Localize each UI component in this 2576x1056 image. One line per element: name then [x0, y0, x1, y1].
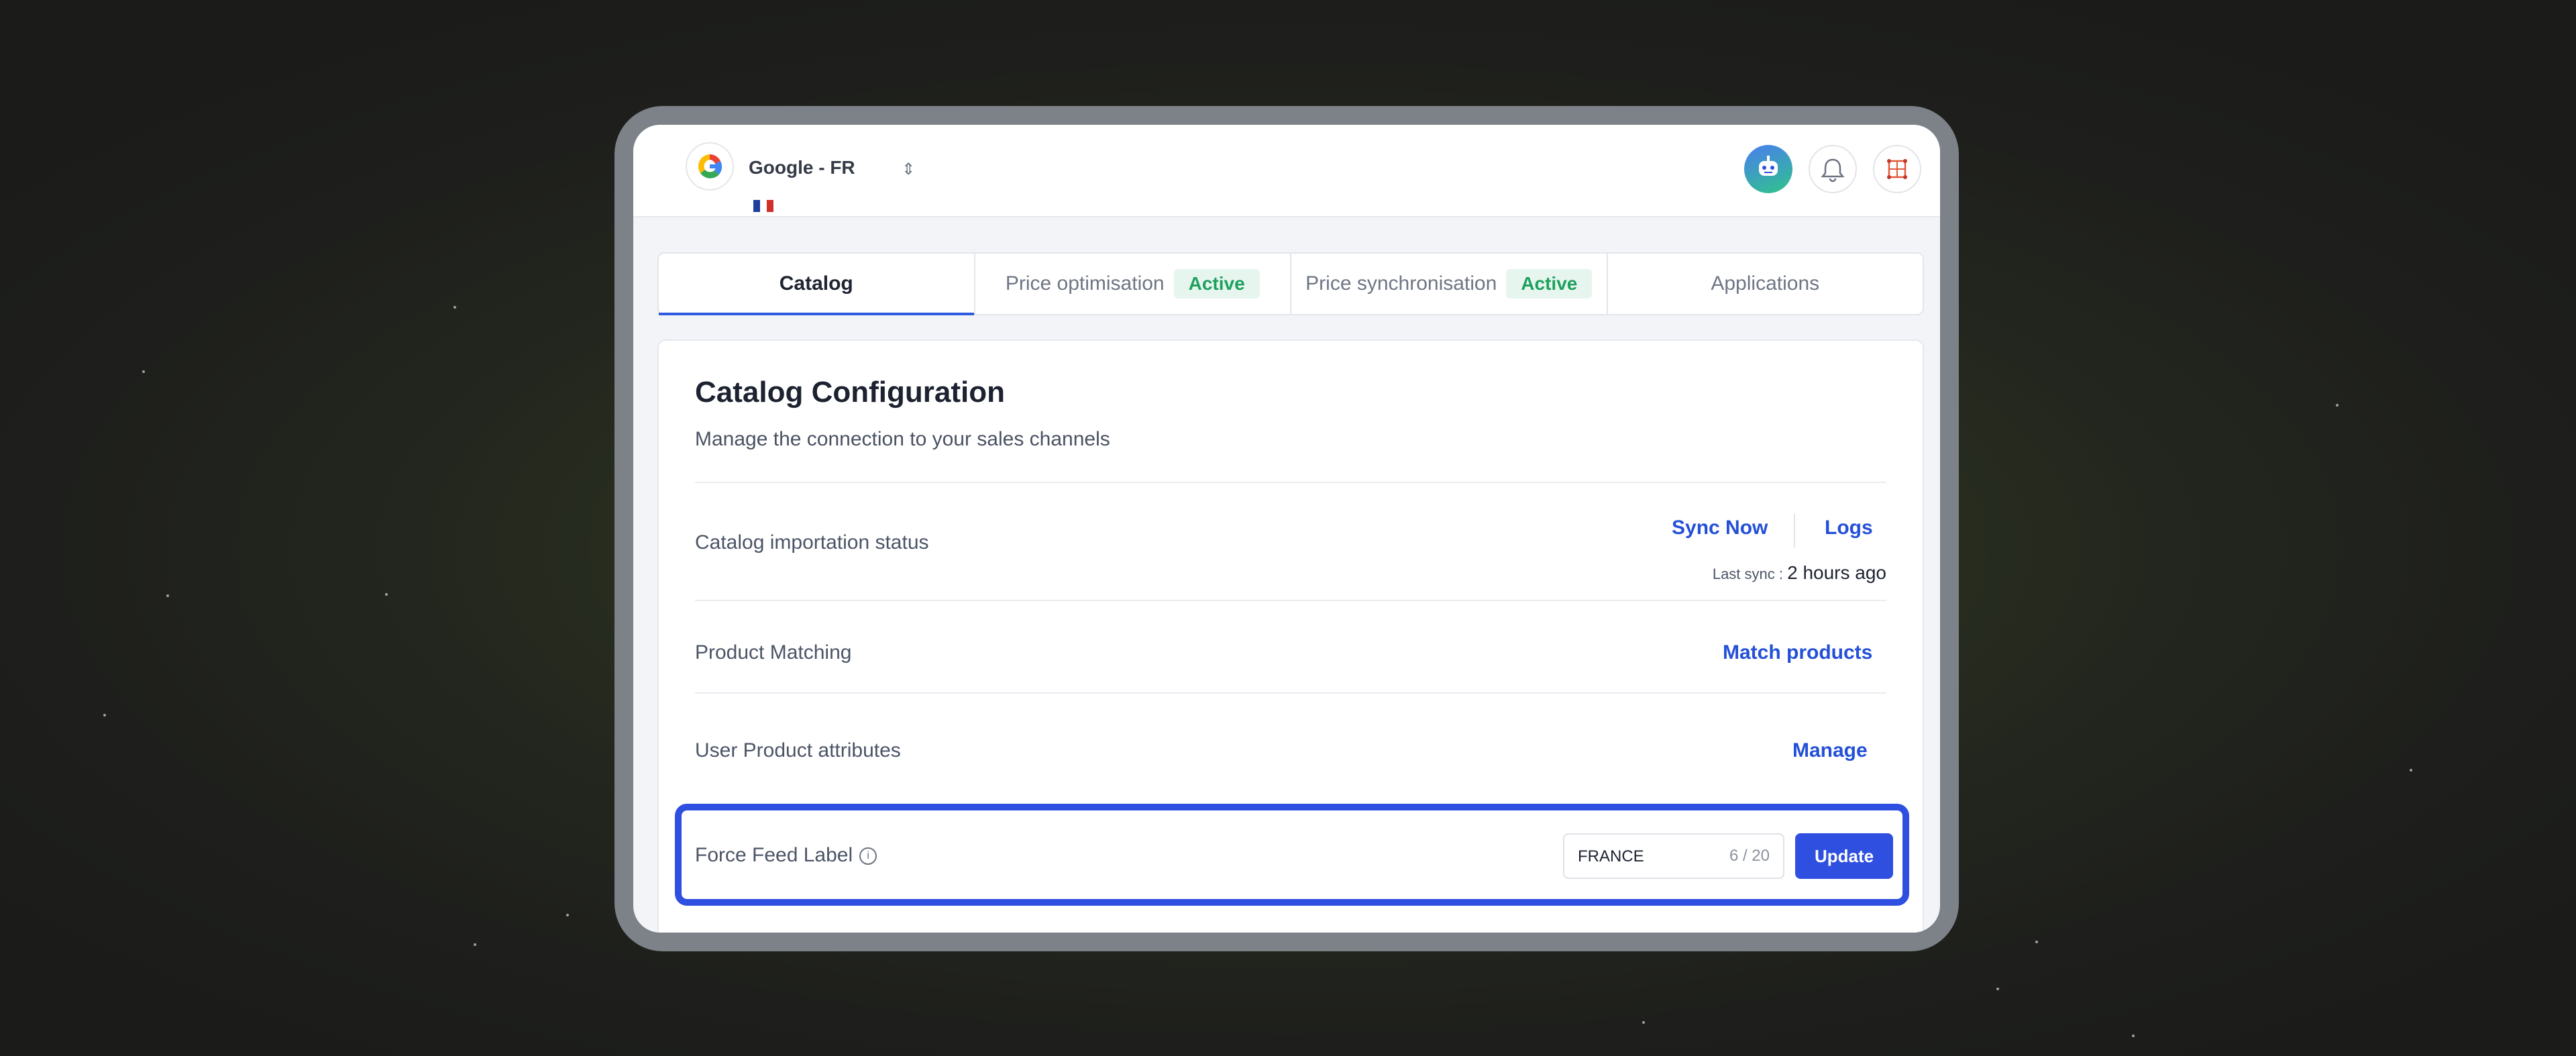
last-sync-status: Last sync : 2 hours ago: [1713, 562, 1886, 584]
store-name[interactable]: Google - FR: [749, 157, 855, 178]
france-flag-icon: [753, 200, 773, 212]
tab-label: Catalog: [779, 272, 853, 295]
match-products-button[interactable]: Match products: [1723, 641, 1872, 664]
robot-assistant-icon[interactable]: [1744, 145, 1792, 193]
top-bar: Google - FR ⇕: [633, 125, 1940, 217]
character-counter: 6 / 20: [1729, 847, 1770, 865]
catalog-configuration-card: Catalog Configuration Manage the connect…: [657, 339, 1924, 933]
tab-price-optimisation[interactable]: Price optimisation Active: [975, 254, 1291, 314]
background-star: [166, 594, 169, 597]
grid-apps-icon[interactable]: [1873, 145, 1921, 193]
update-button[interactable]: Update: [1795, 833, 1893, 879]
google-logo-icon-svg: [698, 154, 722, 178]
divider: [1794, 514, 1795, 547]
force-feed-label: Force Feed Label i: [695, 844, 877, 867]
background-star: [2336, 404, 2339, 407]
logs-button[interactable]: Logs: [1825, 517, 1873, 539]
divider: [695, 692, 1886, 694]
feed-label-field[interactable]: [1576, 835, 1713, 879]
tab-label: Price synchronisation: [1305, 272, 1497, 295]
last-sync-label: Last sync :: [1712, 566, 1783, 582]
divider: [695, 482, 1886, 483]
background-star: [2410, 769, 2412, 772]
background-star: [474, 943, 476, 946]
import-status-label: Catalog importation status: [695, 531, 929, 553]
background-star: [385, 593, 388, 596]
bell-icon-svg: [1821, 158, 1845, 182]
feed-label-input[interactable]: 6 / 20: [1563, 833, 1784, 879]
page-subtitle: Manage the connection to your sales chan…: [695, 428, 1110, 450]
bell-icon[interactable]: [1809, 145, 1857, 193]
divider: [695, 600, 1886, 601]
user-attributes-label: User Product attributes: [695, 739, 901, 761]
product-matching-label: Product Matching: [695, 641, 852, 664]
sync-now-button[interactable]: Sync Now: [1672, 517, 1768, 539]
tab-label: Price optimisation: [1005, 272, 1165, 295]
robot-icon-svg: [1759, 156, 1778, 176]
background-star: [1642, 1021, 1645, 1024]
manage-attributes-button[interactable]: Manage: [1792, 739, 1868, 762]
tab-applications[interactable]: Applications: [1608, 254, 1923, 314]
info-icon[interactable]: i: [859, 847, 877, 865]
background-star: [2132, 1035, 2135, 1037]
tab-catalog[interactable]: Catalog: [659, 254, 975, 315]
status-badge: Active: [1506, 269, 1593, 299]
tab-bar: Catalog Price optimisation Active Price …: [657, 252, 1924, 315]
page-title: Catalog Configuration: [695, 376, 1005, 409]
app-window: Google - FR ⇕ Catalog Price optimisation…: [633, 125, 1940, 933]
background-star: [142, 370, 145, 373]
google-logo-icon[interactable]: [686, 142, 773, 212]
last-sync-value: 2 hours ago: [1787, 562, 1886, 583]
grid-icon-svg: [1887, 159, 1907, 179]
background-star: [566, 914, 569, 916]
force-feed-label-text: Force Feed Label: [695, 844, 853, 866]
background-star: [453, 306, 456, 309]
background-star: [103, 714, 106, 717]
chevron-up-down-icon[interactable]: ⇕: [902, 160, 915, 179]
background-star: [1996, 988, 1999, 990]
tab-label: Applications: [1711, 272, 1820, 295]
status-badge: Active: [1173, 269, 1260, 299]
tab-price-synchronisation[interactable]: Price synchronisation Active: [1291, 254, 1608, 314]
background-star: [2035, 941, 2038, 943]
